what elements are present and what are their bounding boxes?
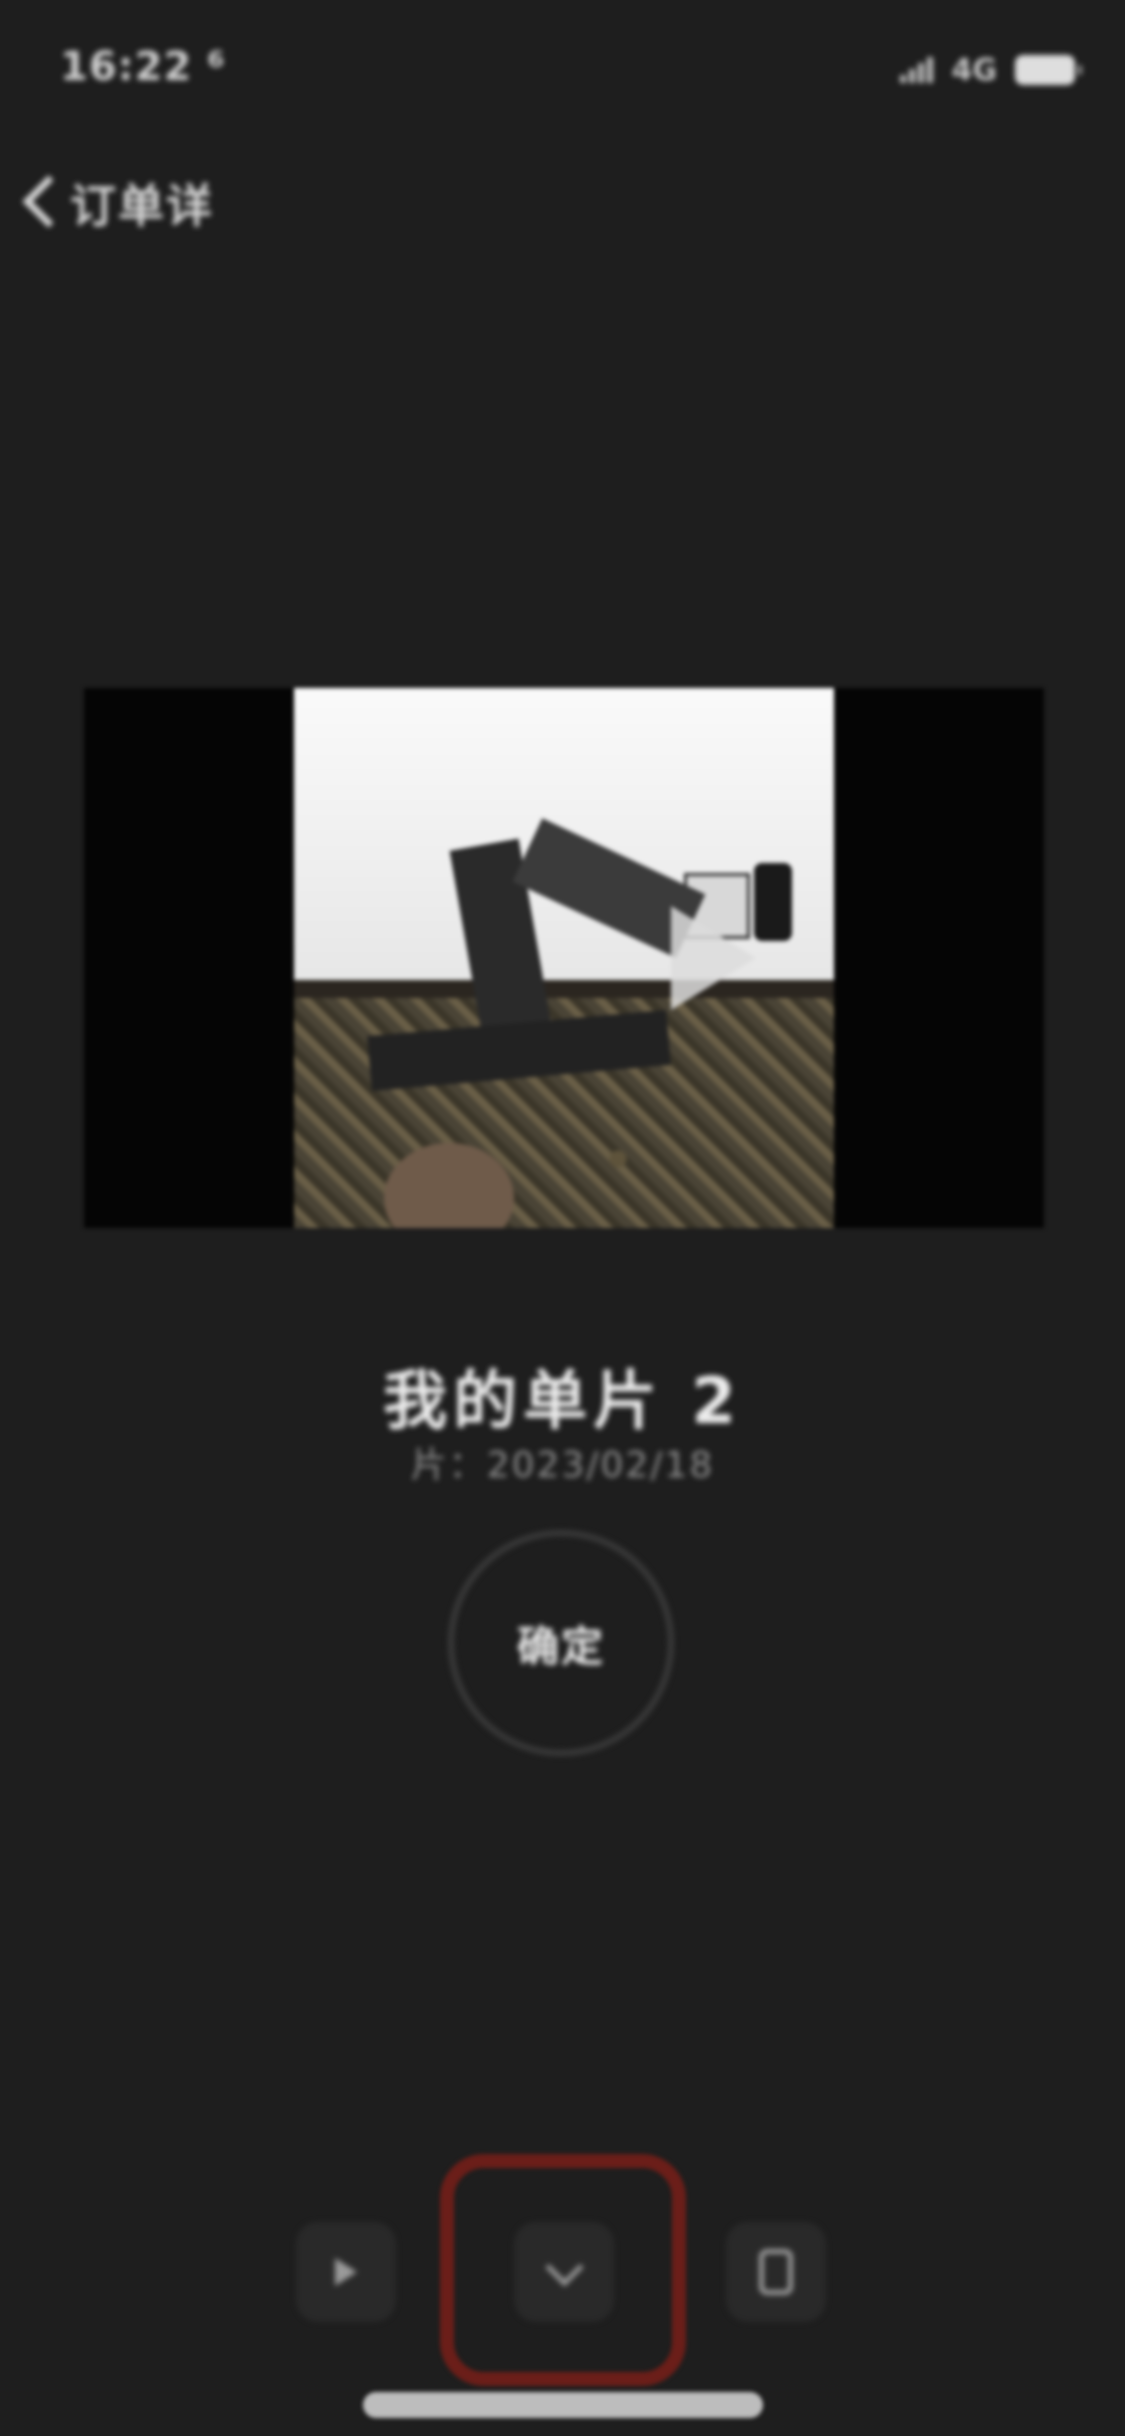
chevron-down-icon (544, 2247, 584, 2287)
document-icon (759, 2249, 793, 2295)
video-title: 我的单片 2 (383, 1365, 742, 1439)
home-indicator (363, 2392, 763, 2418)
play-icon (335, 2258, 357, 2286)
back-label: 订单详 (70, 179, 214, 233)
battery-icon (1015, 55, 1082, 85)
status-bar: 16:22 ⁶ 4G (0, 0, 1125, 140)
toolbar-document-button[interactable] (726, 2222, 826, 2322)
toolbar-play-button[interactable] (296, 2222, 396, 2322)
status-icons: 4G (899, 50, 1082, 90)
chevron-left-icon (18, 173, 56, 233)
network-label: 4G (951, 52, 998, 88)
toolbar-collapse-button[interactable] (514, 2222, 614, 2322)
signal-icon (899, 57, 934, 83)
status-time: 16:22 ⁶ (60, 44, 226, 90)
video-player[interactable] (84, 688, 1044, 1228)
circle-action-button[interactable]: 确定 (448, 1530, 674, 1756)
video-subtitle: 片：2023/02/18 (410, 1445, 715, 1486)
back-button[interactable]: 订单详 (18, 168, 214, 238)
video-thumbnail (294, 688, 834, 1228)
play-icon[interactable] (626, 884, 776, 1034)
circle-action-label: 确定 (516, 1621, 605, 1671)
